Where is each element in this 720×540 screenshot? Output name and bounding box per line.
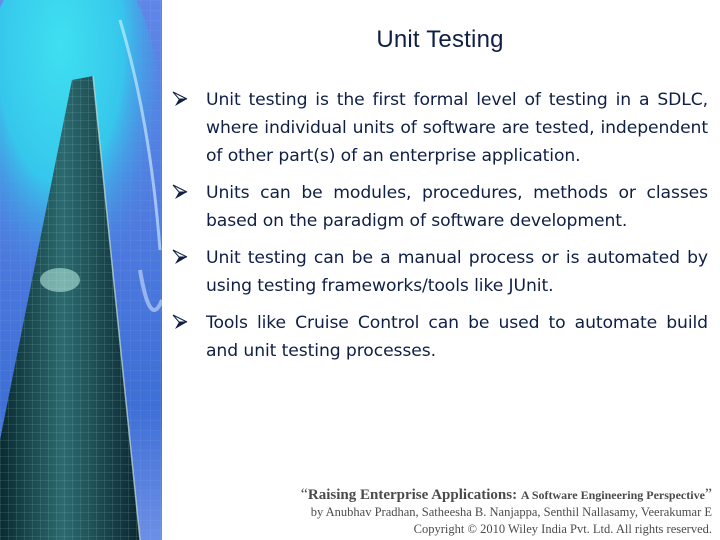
bullet-list: Unit testing is the first formal level o… [172,86,708,374]
open-quote: “ [300,486,308,503]
close-quote: ” [704,486,712,503]
copyright-notice: Copyright © 2010 Wiley India Pvt. Ltd. A… [413,522,712,536]
arrowhead-bullet-icon [172,314,188,329]
bullet-item: Tools like Cruise Control can be used to… [172,309,708,365]
bullet-item: Units can be modules, procedures, method… [172,179,708,235]
book-title: “Raising Enterprise Applications: A Soft… [301,486,712,504]
bullet-text: Tools like Cruise Control can be used to… [206,313,708,361]
bullet-text: Units can be modules, procedures, method… [206,183,708,231]
bullet-text: Unit testing can be a manual process or … [206,248,708,296]
citation-footer: “Raising Enterprise Applications: A Soft… [301,486,712,538]
book-authors: by Anubhav Pradhan, Satheesha B. Nanjapp… [310,505,712,519]
bullet-text: Unit testing is the first formal level o… [206,90,708,166]
arrowhead-bullet-icon [172,249,188,264]
skyscraper-illustration [0,0,162,540]
arrowhead-bullet-icon [172,91,188,106]
skyscraper-photo [0,0,162,540]
slide-title: Unit Testing [376,26,504,53]
bullet-item: Unit testing is the first formal level o… [172,86,708,170]
arrowhead-bullet-icon [172,184,188,199]
bullet-item: Unit testing can be a manual process or … [172,244,708,300]
book-title-sub: A Software Engineering Perspective [520,488,705,502]
book-title-main: Raising Enterprise Applications: [307,487,518,503]
